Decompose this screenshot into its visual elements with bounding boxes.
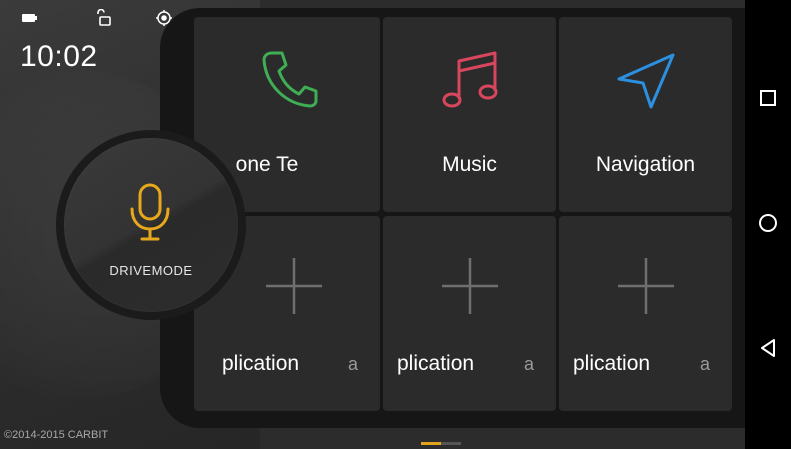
battery-icon [20,9,38,27]
tile-add-label-main: plication [222,352,300,375]
plus-icon [440,256,500,321]
microphone-icon [127,182,173,247]
plus-icon [616,256,676,321]
tile-add-label-main: plication [573,352,651,375]
recents-square-icon [759,89,777,112]
android-nav-bar [745,0,791,449]
page-dot-active [421,442,441,445]
recents-button[interactable] [745,80,791,120]
page-dot-inactive [441,442,461,445]
tile-add-label-tail: a [699,354,710,374]
phone-icon [260,49,318,114]
tile-add-application-2[interactable]: plication a [383,216,556,411]
back-triangle-icon [759,338,777,363]
drive-mode-button[interactable]: DRIVEMODE [64,138,238,312]
tile-navigation[interactable]: Navigation [559,17,732,212]
tile-add-label-tail: a [523,354,534,374]
music-icon [441,49,501,116]
unlock-icon [95,8,113,27]
tile-add-application-3[interactable]: plication a [559,216,732,411]
app-grid: one Te Music Navigation plication a plic… [160,8,745,428]
tile-add-label-main: plication [397,352,475,375]
copyright-text: ©2014-2015 CARBIT [4,429,109,441]
tile-add-label-tail: a [347,354,358,374]
clock-time: 10:02 [20,40,98,73]
tile-music[interactable]: Music [383,17,556,212]
home-button[interactable] [745,205,791,245]
navigation-arrow-icon [615,51,677,116]
carbit-launcher: 10:02 one Te Music Navigation plication … [0,0,745,449]
tile-navigation-label: Navigation [595,153,696,176]
home-circle-icon [758,213,778,238]
tile-music-label: Music [442,153,497,176]
back-button[interactable] [745,330,791,370]
plus-icon [264,256,324,321]
drive-mode-label: DRIVEMODE [109,263,193,278]
page-indicator [421,442,461,445]
